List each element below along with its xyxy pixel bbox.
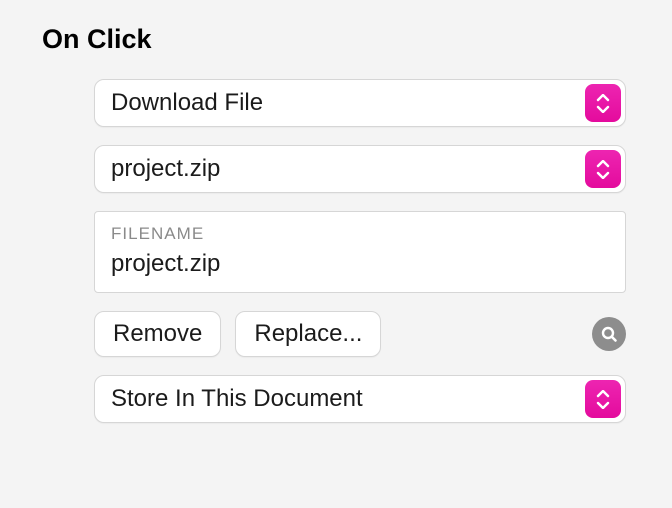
chevron-up-down-icon [585, 150, 621, 188]
storage-popup-label: Store In This Document [111, 385, 585, 413]
preview-button[interactable] [592, 317, 626, 351]
magnifier-icon [600, 325, 618, 343]
filename-caption: FILENAME [111, 224, 609, 244]
action-popup-label: Download File [111, 89, 585, 117]
chevron-up-down-icon [585, 380, 621, 418]
storage-popup[interactable]: Store In This Document [94, 375, 626, 423]
replace-button[interactable]: Replace... [235, 311, 381, 357]
remove-button[interactable]: Remove [94, 311, 221, 357]
chevron-up-down-icon [585, 84, 621, 122]
filename-field[interactable]: FILENAME project.zip [94, 211, 626, 293]
filename-value: project.zip [111, 250, 609, 278]
file-popup-label: project.zip [111, 155, 585, 183]
section-title: On Click [38, 24, 634, 55]
action-popup[interactable]: Download File [94, 79, 626, 127]
file-buttons-row: Remove Replace... [94, 311, 626, 357]
file-popup[interactable]: project.zip [94, 145, 626, 193]
